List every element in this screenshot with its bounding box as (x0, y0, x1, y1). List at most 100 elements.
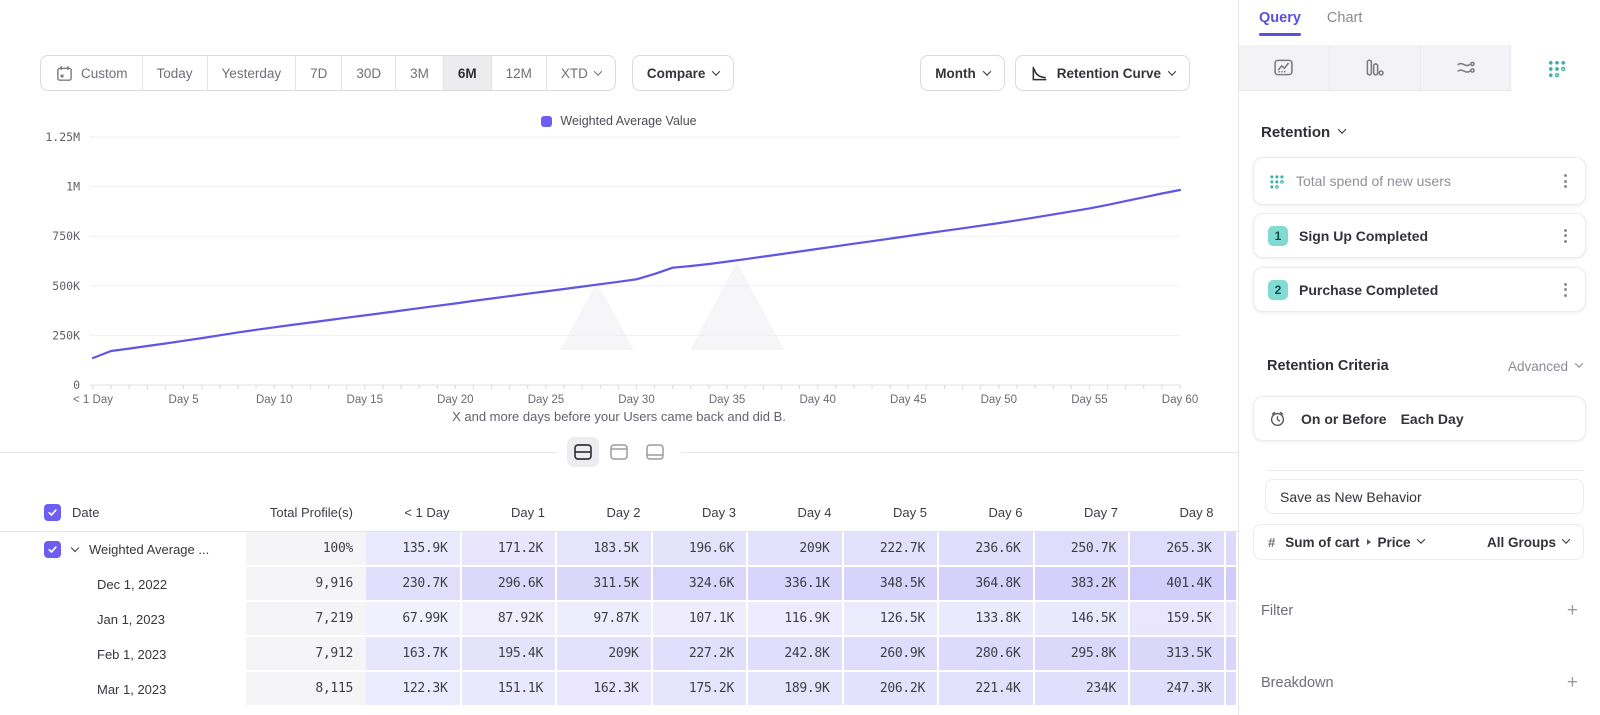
retention-value-cell: 296.6K (462, 567, 558, 602)
table-row[interactable]: Weighted Average ...100%135.9K171.2K183.… (0, 532, 1238, 567)
retention-value-cell: 87.92K (462, 602, 558, 637)
column-header: Day 5 (844, 494, 940, 531)
step-card-1[interactable]: 1 Sign Up Completed (1253, 213, 1586, 258)
chevron-down-icon (1575, 359, 1583, 367)
retention-value-cell: 265.3K (1130, 532, 1226, 567)
table-row[interactable]: Mar 1, 20238,115122.3K151.1K162.3K175.2K… (0, 672, 1238, 707)
retention-value-cell: 324.6K (653, 567, 749, 602)
retention-value-cell: 383.2K (1035, 567, 1131, 602)
step-number-badge: 1 (1268, 226, 1288, 246)
chevron-down-icon (1562, 535, 1570, 543)
y-axis-tick-label: 1.25M (45, 130, 80, 144)
save-as-new-behavior-button[interactable]: Save as New Behavior (1265, 479, 1584, 514)
retention-section-heading[interactable]: Retention (1261, 124, 1345, 141)
report-main: Custom Today Yesterday 7D 30D 3M 6M 12M … (0, 0, 1238, 715)
row-label: Dec 1, 2022 (97, 577, 167, 592)
report-type-flows[interactable] (1421, 45, 1512, 91)
row-expand-chevron-icon[interactable] (71, 544, 79, 552)
retention-value-cell: 336.1K (748, 567, 844, 602)
add-filter-icon[interactable]: + (1567, 600, 1578, 622)
retention-value-cell: 209K (557, 637, 653, 672)
retention-value-cell-clipped (1226, 567, 1239, 602)
view-toggle-chart-only-icon[interactable] (603, 437, 635, 467)
retention-chart[interactable]: 1.25M1M750K500K250K0< 1 DayDay 5Day 10Da… (0, 0, 1238, 452)
retention-value-cell: 171.2K (462, 532, 558, 567)
view-toggle-table-only-icon[interactable] (639, 437, 671, 467)
row-label-cell: Dec 1, 2022 (0, 567, 246, 602)
y-axis-tick-label: 0 (73, 378, 80, 392)
retention-value-cell: 116.9K (748, 602, 844, 637)
retention-value-cell-clipped (1226, 532, 1239, 567)
groups-dropdown[interactable]: All Groups (1487, 535, 1569, 550)
alarm-clock-icon (1268, 409, 1287, 428)
kebab-menu-icon[interactable] (1560, 170, 1571, 192)
retention-table: DateTotal Profile(s)< 1 DayDay 1Day 2Day… (0, 494, 1238, 707)
retention-value-cell: 313.5K (1130, 637, 1226, 672)
table-row[interactable]: Jan 1, 20237,21967.99K87.92K97.87K107.1K… (0, 602, 1238, 637)
retention-value-cell: 280.6K (939, 637, 1035, 672)
sidebar-tabs: Query Chart (1259, 10, 1362, 36)
retention-value-cell: 234K (1035, 672, 1131, 707)
report-type-retention[interactable] (1511, 45, 1600, 91)
row-label-cell: Feb 1, 2023 (0, 637, 246, 672)
retention-value-cell: 250.7K (1035, 532, 1131, 567)
report-type-insights[interactable] (1239, 45, 1330, 91)
number-property-icon: # (1268, 535, 1275, 550)
x-axis-tick-label: Day 25 (528, 394, 564, 406)
x-axis-tick-label: Day 35 (709, 394, 745, 406)
x-axis-tick-label: Day 10 (256, 394, 292, 406)
row-label: Feb 1, 2023 (97, 647, 166, 662)
caret-right-icon (1367, 539, 1371, 545)
row-label: Weighted Average ... (89, 542, 209, 557)
retention-value-cell: 295.8K (1035, 637, 1131, 672)
x-axis-tick-label: Day 55 (1071, 394, 1107, 406)
retention-value-cell: 227.2K (653, 637, 749, 672)
retention-value-cell: 242.8K (748, 637, 844, 672)
criteria-timing[interactable]: On or Before (1301, 411, 1387, 427)
criteria-unit[interactable]: Each Day (1401, 411, 1464, 427)
behavior-card[interactable]: Total spend of new users (1253, 157, 1586, 205)
table-row[interactable]: Feb 1, 20237,912163.7K195.4K209K227.2K24… (0, 637, 1238, 672)
column-header: Day 8 (1130, 494, 1226, 531)
retention-value-cell: 221.4K (939, 672, 1035, 707)
x-axis-tick-label: Day 5 (169, 394, 199, 406)
retention-value-cell: 175.2K (653, 672, 749, 707)
funnels-icon (1364, 57, 1385, 78)
tab-query[interactable]: Query (1259, 10, 1301, 36)
kebab-menu-icon[interactable] (1560, 225, 1571, 247)
kebab-menu-icon[interactable] (1560, 279, 1571, 301)
step-label: Purchase Completed (1299, 282, 1438, 298)
column-header-date: Date (0, 494, 246, 531)
retention-value-cell: 135.9K (366, 532, 462, 567)
table-row[interactable]: Dec 1, 20229,916230.7K296.6K311.5K324.6K… (0, 567, 1238, 602)
retention-value-cell: 107.1K (653, 602, 749, 637)
tab-chart[interactable]: Chart (1327, 10, 1362, 36)
column-header: Day 6 (939, 494, 1035, 531)
retention-value-cell: 230.7K (366, 567, 462, 602)
criteria-mode-dropdown[interactable]: Advanced (1508, 359, 1582, 374)
row-checkbox[interactable] (44, 541, 61, 558)
view-toggle-split-icon[interactable] (567, 437, 599, 467)
step-card-2[interactable]: 2 Purchase Completed (1253, 267, 1586, 312)
total-profiles-cell: 8,115 (246, 672, 366, 707)
report-type-tabs (1239, 45, 1600, 91)
filter-section[interactable]: Filter + (1261, 600, 1578, 622)
y-axis-tick-label: 750K (52, 229, 80, 243)
report-type-funnels[interactable] (1330, 45, 1421, 91)
criteria-timing-card: On or Before Each Day (1253, 396, 1586, 441)
x-axis-tick-label: < 1 Day (73, 394, 113, 406)
flows-icon (1455, 57, 1476, 78)
row-checkbox[interactable] (44, 504, 61, 521)
breakdown-section[interactable]: Breakdown + (1261, 672, 1578, 694)
retention-value-cell: 151.1K (462, 672, 558, 707)
retention-value-cell: 67.99K (366, 602, 462, 637)
add-breakdown-icon[interactable]: + (1567, 672, 1578, 694)
retention-value-cell-clipped (1226, 602, 1239, 637)
watermark-triangle (690, 262, 784, 350)
measurement-property-dropdown[interactable]: Sum of cart Price (1285, 535, 1423, 550)
retention-value-cell: 97.87K (557, 602, 653, 637)
y-axis-tick-label: 500K (52, 279, 80, 293)
row-label: Mar 1, 2023 (97, 682, 166, 697)
row-label: Jan 1, 2023 (97, 612, 165, 627)
retention-value-cell: 311.5K (557, 567, 653, 602)
